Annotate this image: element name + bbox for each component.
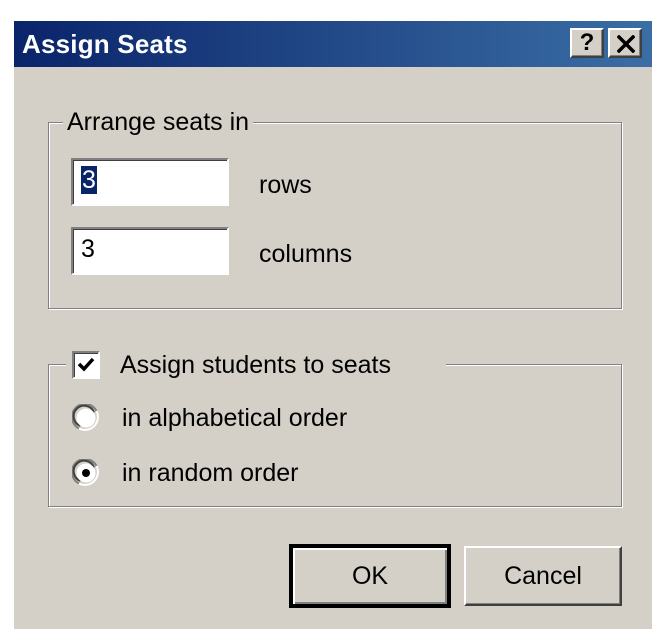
arrange-seats-legend: Arrange seats in xyxy=(63,107,254,137)
radio-alphabetical[interactable] xyxy=(72,404,100,432)
assign-seats-dialog: Assign Seats ? Arrange seats in 3 rows 3… xyxy=(12,19,652,629)
columns-input[interactable]: 3 xyxy=(71,227,229,275)
radio-alphabetical-row[interactable]: in alphabetical order xyxy=(72,403,452,435)
random-order-label: in random order xyxy=(122,459,299,487)
radio-random[interactable] xyxy=(72,459,100,487)
radio-random-row[interactable]: in random order xyxy=(72,458,452,490)
columns-label: columns xyxy=(259,240,353,268)
columns-value: 3 xyxy=(81,235,95,263)
radio-selected-dot xyxy=(82,469,90,477)
rows-label: rows xyxy=(259,171,312,199)
assign-students-checkbox[interactable] xyxy=(72,351,100,379)
close-icon xyxy=(617,35,635,53)
alphabetical-order-label: in alphabetical order xyxy=(122,404,348,432)
help-button[interactable]: ? xyxy=(570,28,604,58)
title-bar[interactable]: Assign Seats ? xyxy=(14,21,652,67)
close-button[interactable] xyxy=(608,28,642,58)
rows-value: 3 xyxy=(81,166,97,194)
cancel-button[interactable]: Cancel xyxy=(464,546,622,606)
rows-input[interactable]: 3 xyxy=(71,158,229,206)
assign-students-label: Assign students to seats xyxy=(120,351,391,379)
arrange-seats-group: Arrange seats in xyxy=(48,107,622,309)
checkmark-icon xyxy=(77,357,95,372)
assign-students-checkbox-row[interactable]: Assign students to seats xyxy=(66,347,446,383)
dialog-title: Assign Seats xyxy=(22,29,188,59)
ok-button[interactable]: OK xyxy=(289,544,451,608)
